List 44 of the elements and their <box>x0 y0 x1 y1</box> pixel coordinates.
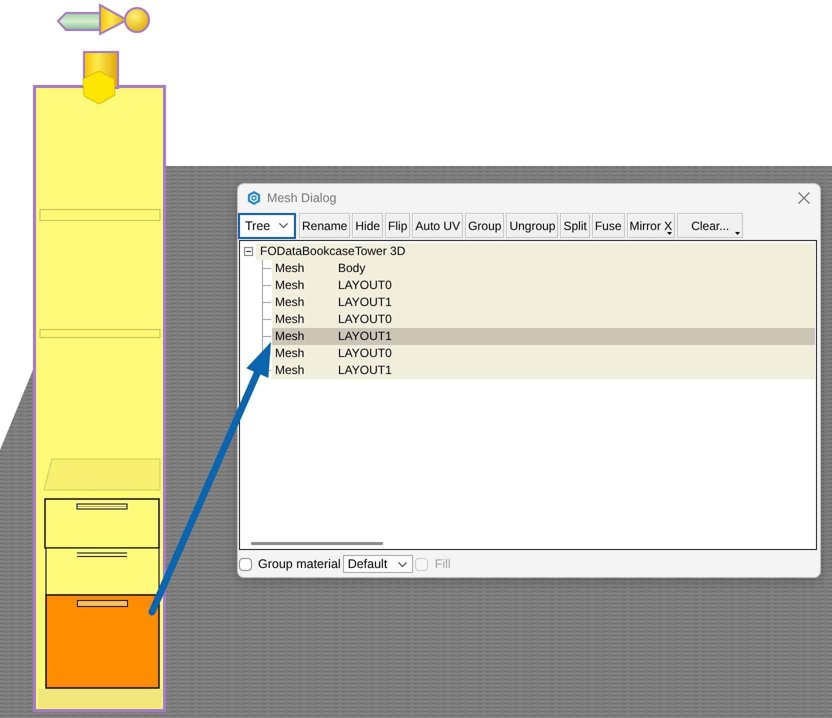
toolbar-button[interactable]: Ungroup <box>506 213 558 238</box>
node-name-label: LAYOUT0 <box>338 277 392 294</box>
node-type-label: Mesh <box>275 311 306 328</box>
group-material-checkbox[interactable] <box>239 558 252 570</box>
chevron-down-icon <box>279 223 288 228</box>
toolbar-button[interactable]: Hide <box>352 213 384 238</box>
tree-row[interactable]: Mesh LAYOUT1 <box>272 294 815 311</box>
horizontal-scrollbar[interactable] <box>251 542 383 545</box>
node-type-label: Mesh <box>275 260 306 277</box>
window-title: Mesh Dialog <box>267 191 338 205</box>
tree-row[interactable]: Mesh LAYOUT0 <box>272 345 815 362</box>
toolbar-button[interactable]: Group <box>465 213 504 238</box>
node-name-label: LAYOUT1 <box>338 362 392 379</box>
node-name-label: LAYOUT1 <box>338 328 392 345</box>
checkbox-label: Group material <box>258 557 341 571</box>
tree-root-node[interactable]: FODataBookcaseTower 3D <box>256 243 815 260</box>
node-type-label: Mesh <box>275 362 306 379</box>
toolbar-button[interactable]: Split <box>560 213 590 238</box>
node-name-label: LAYOUT0 <box>338 345 392 362</box>
toolbar-button[interactable]: Flip <box>385 213 410 238</box>
toolbar-button[interactable]: Auto UV <box>412 213 464 238</box>
tree-row[interactable]: Mesh LAYOUT0 <box>272 311 815 328</box>
tree-row[interactable]: Mesh Body <box>272 260 815 277</box>
node-type-label: Mesh <box>275 345 306 362</box>
collapse-icon[interactable] <box>244 247 253 256</box>
toolbar-button[interactable]: Fuse <box>592 213 625 238</box>
node-type-label: Mesh <box>275 328 306 345</box>
tree-row[interactable]: Mesh LAYOUT0 <box>272 277 815 294</box>
checkbox-label: Fill <box>434 557 451 571</box>
node-name-label: LAYOUT0 <box>338 311 392 328</box>
tree-row[interactable]: Mesh LAYOUT1 <box>272 362 815 379</box>
node-name-label: LAYOUT1 <box>338 294 392 311</box>
view-dropdown[interactable]: Tree <box>238 212 296 238</box>
node-name-label: Body <box>338 260 366 277</box>
tree-row[interactable]: Mesh LAYOUT1 <box>272 328 815 345</box>
toolbar-button[interactable]: Mirror X <box>626 213 676 238</box>
hexagon-icon <box>247 191 261 205</box>
close-icon[interactable] <box>798 192 810 204</box>
node-type-label: Mesh <box>275 294 306 311</box>
gizmo-post-drawing <box>82 51 119 104</box>
toolbar-button[interactable]: Rename <box>299 213 350 238</box>
chevron-down-icon <box>398 562 407 566</box>
material-dropdown[interactable]: Default <box>342 555 413 573</box>
node-type-label: Mesh <box>275 277 306 294</box>
